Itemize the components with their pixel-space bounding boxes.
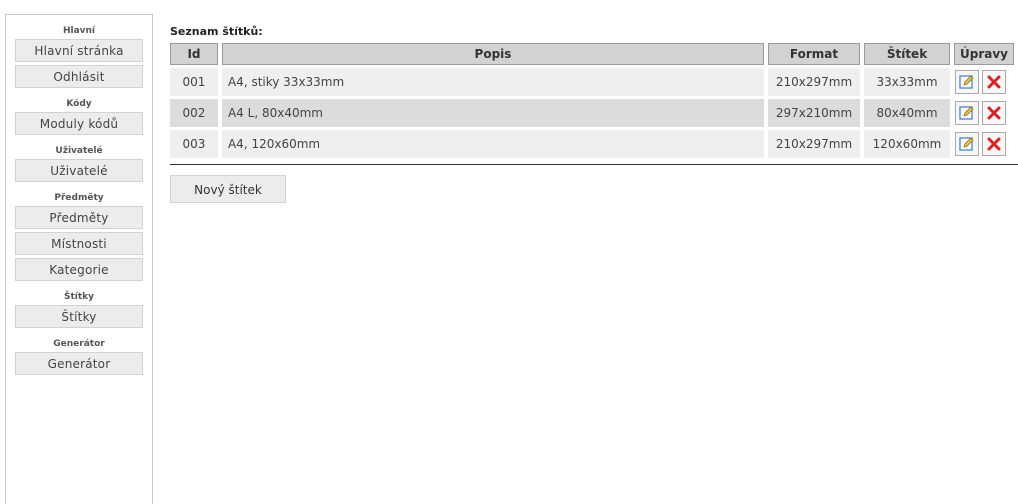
cell-actions: [954, 130, 1014, 158]
divider: [170, 164, 1018, 165]
cell-format: 297x210mm: [768, 99, 861, 127]
column-header-format: Format: [768, 43, 861, 65]
sidebar-item-moduly-kodu[interactable]: Moduly kódů: [15, 112, 143, 135]
cell-format: 210x297mm: [768, 130, 861, 158]
cell-id: 002: [170, 99, 218, 127]
sidebar-item-mistnosti[interactable]: Místnosti: [15, 232, 143, 255]
column-header-stitek: Štítek: [864, 43, 950, 65]
column-header-id: Id: [170, 43, 218, 65]
table-row: 003 A4, 120x60mm 210x297mm 120x60mm: [170, 130, 1014, 158]
delete-icon[interactable]: [982, 132, 1006, 156]
sidebar-heading: Předměty: [54, 193, 104, 203]
sidebar-item-predmety[interactable]: Předměty: [15, 206, 143, 229]
sidebar-heading: Štítky: [63, 292, 95, 302]
sidebar-group-hlavni: Hlavní Hlavní stránka Odhlásit: [6, 25, 152, 88]
cell-id: 003: [170, 130, 218, 158]
cell-popis: A4, 120x60mm: [221, 130, 765, 158]
sidebar-group-generator: Generátor Generátor: [6, 338, 152, 375]
table-header-row: Id Popis Format Štítek Úpravy: [170, 43, 1014, 65]
sidebar-heading: Uživatelé: [55, 146, 103, 156]
edit-icon[interactable]: [955, 70, 979, 94]
sidebar-heading: Kódy: [66, 99, 92, 109]
edit-icon[interactable]: [955, 132, 979, 156]
edit-icon[interactable]: [955, 101, 979, 125]
sidebar-item-hlavni-stranka[interactable]: Hlavní stránka: [15, 39, 143, 62]
cell-id: 001: [170, 68, 218, 96]
sidebar-heading: Generátor: [53, 339, 105, 349]
page-title: Seznam štítků:: [170, 25, 263, 38]
sidebar-item-odhlasit[interactable]: Odhlásit: [15, 65, 143, 88]
cell-stitek: 33x33mm: [864, 68, 950, 96]
cell-format: 210x297mm: [768, 68, 861, 96]
cell-actions: [954, 68, 1014, 96]
sidebar-group-kody: Kódy Moduly kódů: [6, 98, 152, 135]
new-label-button[interactable]: Nový štítek: [170, 175, 286, 203]
sidebar: Hlavní Hlavní stránka Odhlásit Kódy Modu…: [5, 14, 153, 504]
sidebar-item-uzivatele[interactable]: Uživatelé: [15, 159, 143, 182]
sidebar-group-uzivatele: Uživatelé Uživatelé: [6, 145, 152, 182]
delete-icon[interactable]: [982, 70, 1006, 94]
cell-stitek: 120x60mm: [864, 130, 950, 158]
table-row: 002 A4 L, 80x40mm 297x210mm 80x40mm: [170, 99, 1014, 127]
sidebar-item-kategorie[interactable]: Kategorie: [15, 258, 143, 281]
column-header-upravy: Úpravy: [954, 43, 1014, 65]
column-header-popis: Popis: [221, 43, 765, 65]
table-row: 001 A4, stiky 33x33mm 210x297mm 33x33mm: [170, 68, 1014, 96]
cell-stitek: 80x40mm: [864, 99, 950, 127]
cell-popis: A4, stiky 33x33mm: [221, 68, 765, 96]
cell-actions: [954, 99, 1014, 127]
cell-popis: A4 L, 80x40mm: [221, 99, 765, 127]
sidebar-group-predmety: Předměty Předměty Místnosti Kategorie: [6, 192, 152, 281]
sidebar-item-generator[interactable]: Generátor: [15, 352, 143, 375]
sidebar-heading: Hlavní: [62, 26, 96, 36]
delete-icon[interactable]: [982, 101, 1006, 125]
labels-table: Id Popis Format Štítek Úpravy 001 A4, st…: [166, 40, 1018, 161]
sidebar-item-stitky[interactable]: Štítky: [15, 305, 143, 328]
sidebar-group-stitky: Štítky Štítky: [6, 291, 152, 328]
main-content: Seznam štítků: Id Popis Format Štítek Úp…: [170, 24, 1018, 203]
